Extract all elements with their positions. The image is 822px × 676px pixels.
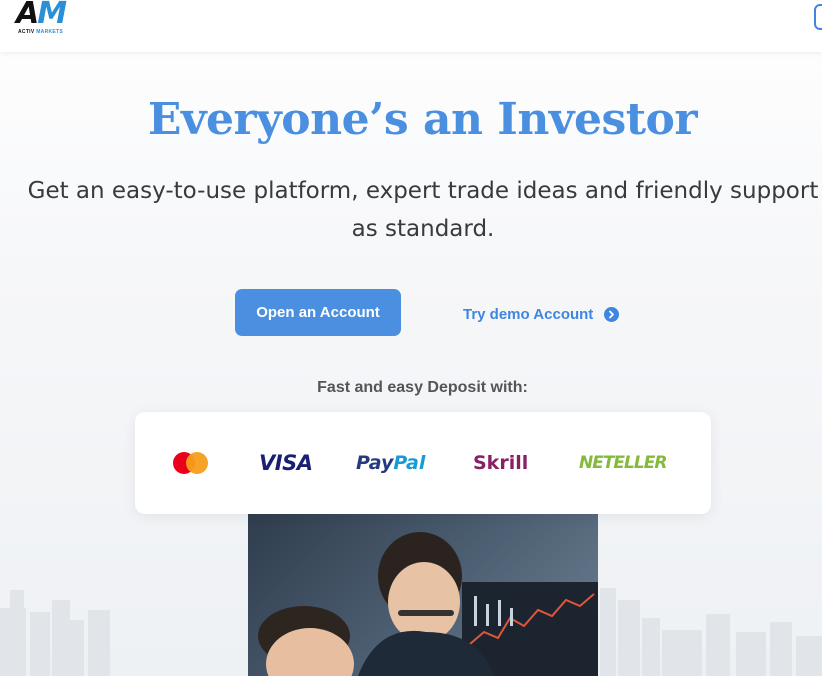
try-demo-link[interactable]: Try demo Account xyxy=(463,303,620,325)
deposit-label: Fast and easy Deposit with: xyxy=(317,379,528,396)
open-account-button[interactable]: Open an Account xyxy=(235,289,401,336)
traders-photo-illustration xyxy=(258,532,598,676)
logo-mark: AM xyxy=(16,0,67,31)
payment-methods-card: VISA Pay Pal Skrill NETELLER xyxy=(135,412,711,514)
visa-logo: VISA xyxy=(259,451,313,475)
chevron-right-circle-icon xyxy=(604,306,620,322)
mastercard-icon xyxy=(173,448,213,478)
paypal-logo: Pay Pal xyxy=(356,452,426,474)
activ-markets-logo[interactable]: AM ACTIV MARKETS xyxy=(14,0,78,40)
hero-title: Everyone’s an Investor xyxy=(147,94,698,145)
neteller-logo: NETELLER xyxy=(579,453,667,473)
skrill-logo: Skrill xyxy=(473,452,529,474)
try-demo-label: Try demo Account xyxy=(463,305,594,323)
site-header: AM ACTIV MARKETS xyxy=(0,0,822,52)
hero-subtitle: Get an easy-to-use platform, expert trad… xyxy=(27,178,819,242)
logo-wordmark: ACTIV MARKETS xyxy=(18,29,64,35)
header-menu-button[interactable] xyxy=(814,4,822,30)
traders-photo xyxy=(248,514,598,676)
